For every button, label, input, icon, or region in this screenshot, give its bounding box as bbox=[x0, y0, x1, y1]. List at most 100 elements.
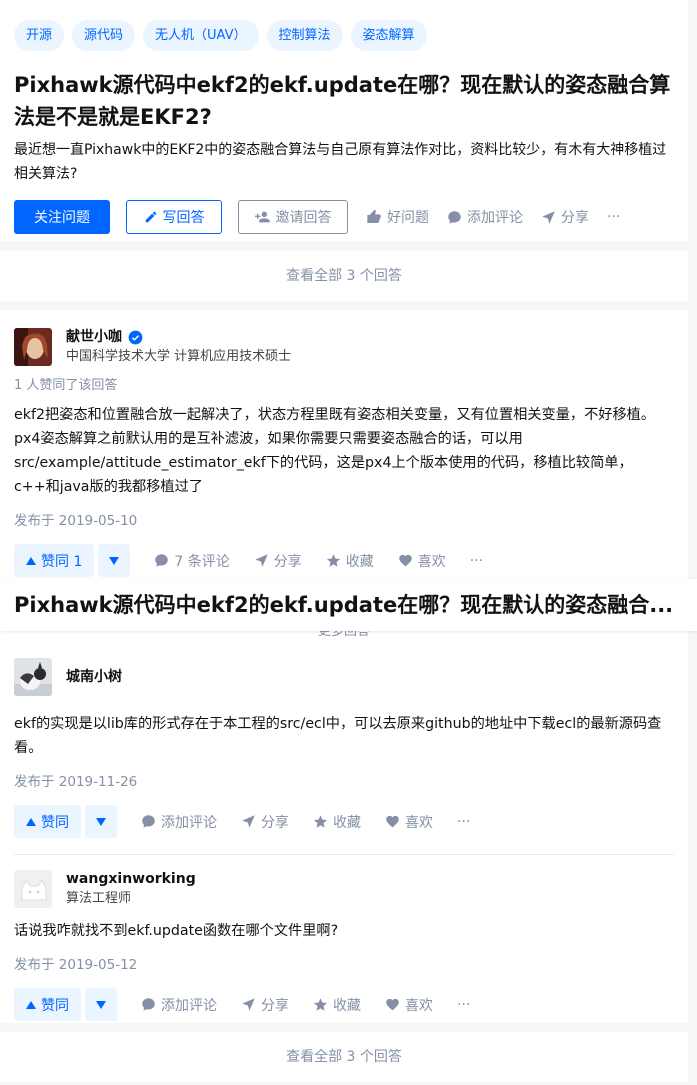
paper-plane-icon bbox=[542, 210, 555, 224]
more-options-button[interactable]: ··· bbox=[470, 553, 483, 569]
avatar[interactable] bbox=[14, 328, 52, 366]
paper-plane-icon bbox=[242, 815, 255, 828]
answer-author: 城南小树 bbox=[14, 658, 674, 696]
topic-tag[interactable]: 姿态解算 bbox=[350, 20, 427, 51]
avatar-image bbox=[14, 870, 52, 908]
more-options-button[interactable]: ··· bbox=[607, 209, 620, 225]
answer-content: ekf2把姿态和位置融合放一起解决了，状态方程里既有姿态相关变量，又有位置相关变… bbox=[14, 407, 656, 495]
add-user-icon bbox=[254, 211, 270, 223]
triangle-down-icon bbox=[109, 556, 120, 565]
like-label: 喜欢 bbox=[417, 553, 446, 570]
question-card: 开源 源代码 无人机（UAV） 控制算法 姿态解算 Pixhawk源代码中ekf… bbox=[0, 0, 688, 241]
avatar-image bbox=[14, 658, 52, 696]
like-label: 喜欢 bbox=[405, 997, 433, 1014]
add-comment-button[interactable]: 添加评论 bbox=[447, 207, 523, 227]
more-icon: ··· bbox=[457, 996, 471, 1013]
upvote-label: 赞同 bbox=[41, 997, 69, 1014]
verified-icon bbox=[128, 330, 143, 344]
upvote-label: 赞同 bbox=[41, 814, 69, 831]
author-name[interactable]: wangxinworking bbox=[66, 869, 196, 889]
view-all-answers-label: 查看全部 3 个回答 bbox=[286, 1049, 402, 1065]
upvote-button[interactable]: 赞同 bbox=[14, 805, 81, 838]
more-options-button[interactable]: ··· bbox=[457, 814, 470, 830]
topic-tag[interactable]: 无人机（UAV） bbox=[143, 20, 259, 51]
like-button[interactable]: 喜欢 bbox=[385, 995, 433, 1015]
answer-content: 话说我咋就找不到ekf.update函数在哪个文件里啊? bbox=[14, 923, 339, 939]
share-label: 分享 bbox=[261, 997, 289, 1014]
upvote-button[interactable]: 赞同 bbox=[14, 988, 81, 1021]
good-question-label: 好问题 bbox=[387, 210, 429, 226]
answer-item: 献世小咖 中国科学技术大学 计算机应用技术硕士 1 人赞同了该回答 ekf2把姿… bbox=[0, 310, 688, 584]
topic-tag[interactable]: 控制算法 bbox=[266, 20, 343, 51]
more-icon: ··· bbox=[469, 552, 484, 569]
comment-button[interactable]: 添加评论 bbox=[141, 995, 217, 1015]
answer-content: ekf的实现是以lib库的形式存在于本工程的src/ecl中，可以去原来gith… bbox=[14, 716, 662, 756]
comment-label: 添加评论 bbox=[161, 997, 217, 1014]
collect-button[interactable]: 收藏 bbox=[313, 812, 361, 832]
share-label: 分享 bbox=[561, 210, 589, 226]
like-button[interactable]: 喜欢 bbox=[398, 551, 446, 571]
sticky-question-title[interactable]: Pixhawk源代码中ekf2的ekf.update在哪？现在默认的姿态融合..… bbox=[14, 579, 683, 631]
share-button[interactable]: 分享 bbox=[241, 812, 289, 832]
sticky-question-header: Pixhawk源代码中ekf2的ekf.update在哪？现在默认的姿态融合..… bbox=[0, 579, 697, 631]
upvote-button[interactable]: 赞同 1 bbox=[14, 544, 95, 577]
author-bio: 中国科学技术大学 计算机应用技术硕士 bbox=[66, 349, 292, 364]
question-title[interactable]: Pixhawk源代码中ekf2的ekf.update在哪？现在默认的姿态融合算法… bbox=[14, 69, 674, 133]
author-name[interactable]: 城南小树 bbox=[66, 667, 122, 687]
star-icon bbox=[313, 998, 328, 1011]
triangle-up-icon bbox=[26, 556, 36, 565]
add-comment-label: 添加评论 bbox=[467, 210, 523, 226]
heart-icon bbox=[398, 554, 412, 567]
comment-button[interactable]: 添加评论 bbox=[141, 812, 217, 832]
downvote-button[interactable] bbox=[98, 544, 131, 577]
share-button[interactable]: 分享 bbox=[254, 551, 302, 571]
follow-question-button[interactable]: 关注问题 bbox=[14, 200, 110, 234]
triangle-up-icon bbox=[26, 1000, 36, 1009]
downvote-button[interactable] bbox=[85, 805, 117, 838]
topic-tag[interactable]: 开源 bbox=[14, 20, 65, 51]
view-all-answers-label: 查看全部 3 个回答 bbox=[286, 268, 402, 284]
like-button[interactable]: 喜欢 bbox=[385, 812, 433, 832]
more-answers-card: 城南小树 ekf的实现是以lib库的形式存在于本工程的src/ecl中，可以去原… bbox=[0, 628, 688, 1023]
answer-item: 城南小树 ekf的实现是以lib库的形式存在于本工程的src/ecl中，可以去原… bbox=[14, 628, 674, 838]
more-icon: ··· bbox=[607, 209, 621, 225]
publish-date[interactable]: 发布于 2019-05-10 bbox=[14, 511, 674, 531]
comment-label: 7 条评论 bbox=[174, 553, 230, 570]
avatar[interactable] bbox=[14, 870, 52, 908]
collect-label: 收藏 bbox=[345, 553, 374, 570]
answer-item: wangxinworking 算法工程师 话说我咋就找不到ekf.update函… bbox=[14, 855, 674, 1021]
follow-question-label: 关注问题 bbox=[34, 210, 90, 226]
star-icon bbox=[326, 554, 340, 567]
answer-actions: 赞同 添加评论 分享 收藏 喜欢 ··· bbox=[14, 988, 674, 1021]
pencil-icon bbox=[145, 211, 156, 223]
write-answer-button[interactable]: 写回答 bbox=[126, 200, 222, 234]
triangle-down-icon bbox=[96, 817, 106, 826]
question-actions: 关注问题 写回答 邀请回答 好问题 添加评论 分享 ··· bbox=[14, 200, 674, 234]
comment-icon bbox=[155, 554, 169, 567]
comment-button[interactable]: 7 条评论 bbox=[154, 551, 230, 571]
triangle-down-icon bbox=[96, 1000, 106, 1009]
paper-plane-icon bbox=[242, 998, 255, 1011]
view-all-answers-button[interactable]: 查看全部 3 个回答 bbox=[0, 1032, 688, 1082]
invite-answer-button[interactable]: 邀请回答 bbox=[238, 200, 348, 234]
avatar[interactable] bbox=[14, 658, 52, 696]
downvote-button[interactable] bbox=[85, 988, 117, 1021]
thumbs-up-icon bbox=[367, 209, 381, 223]
publish-date[interactable]: 发布于 2019-05-12 bbox=[14, 955, 674, 975]
good-question-button[interactable]: 好问题 bbox=[366, 207, 429, 227]
share-button[interactable]: 分享 bbox=[541, 207, 589, 227]
publish-date[interactable]: 发布于 2019-11-26 bbox=[14, 772, 674, 792]
collect-label: 收藏 bbox=[333, 814, 361, 831]
collect-button[interactable]: 收藏 bbox=[313, 995, 361, 1015]
voters-count[interactable]: 1 人赞同了该回答 bbox=[14, 376, 674, 396]
collect-button[interactable]: 收藏 bbox=[326, 551, 374, 571]
comment-icon bbox=[142, 998, 155, 1011]
topic-tag[interactable]: 源代码 bbox=[72, 20, 136, 51]
avatar-image bbox=[14, 328, 52, 366]
more-options-button[interactable]: ··· bbox=[457, 997, 470, 1013]
author-name[interactable]: 献世小咖 bbox=[66, 327, 122, 347]
share-label: 分享 bbox=[273, 553, 302, 570]
share-button[interactable]: 分享 bbox=[241, 995, 289, 1015]
view-all-answers-button[interactable]: 查看全部 3 个回答 bbox=[0, 251, 688, 301]
answer-actions: 赞同 1 7 条评论 分享 收藏 喜欢 ··· bbox=[14, 544, 674, 577]
